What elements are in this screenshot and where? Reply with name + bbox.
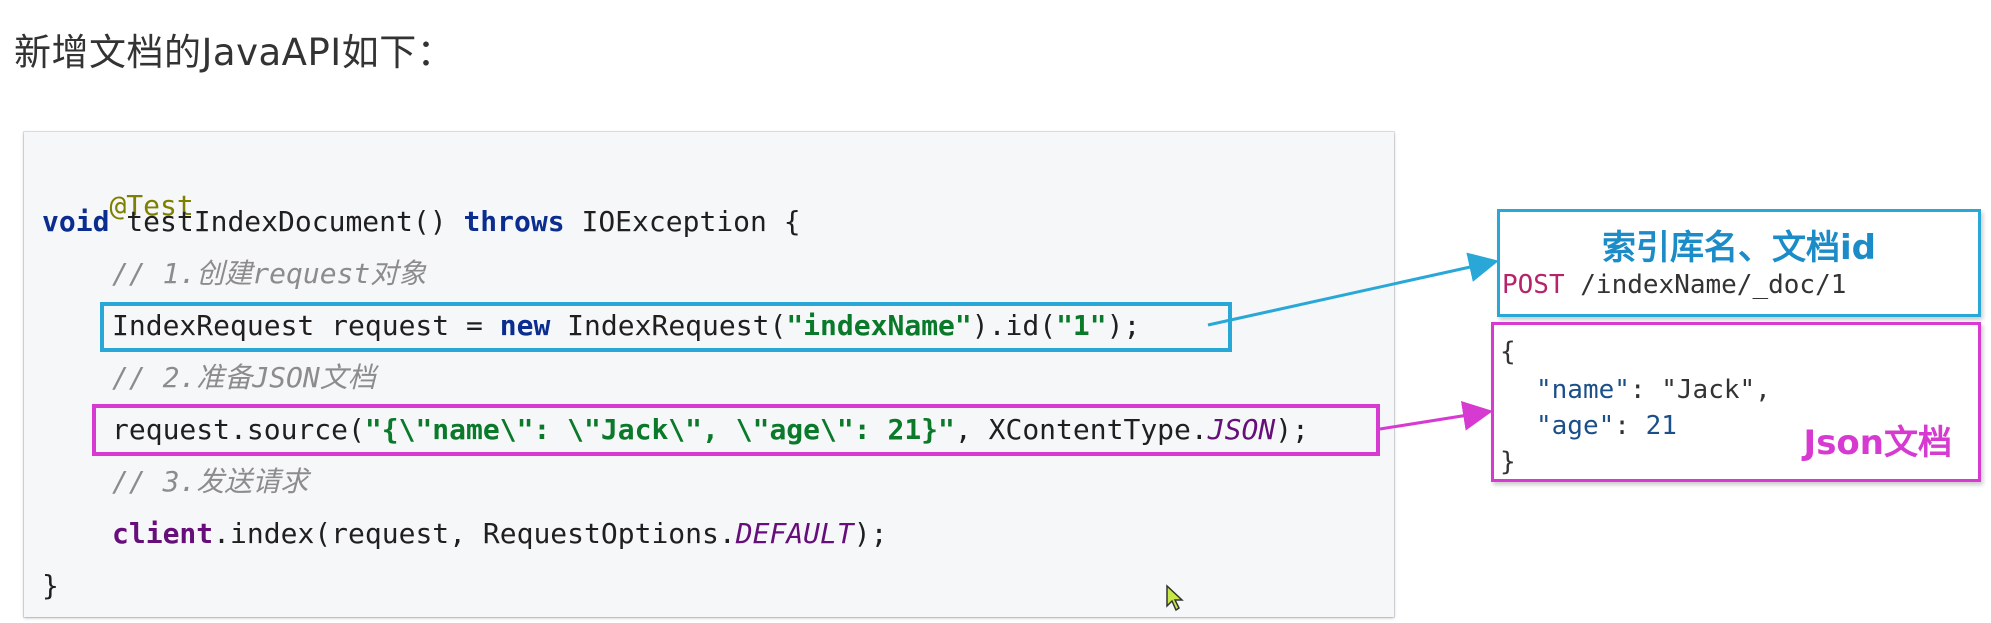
request-panel: 索引库名、文档id POST /indexName/_doc/1 [1497, 209, 1981, 317]
request-panel-title: 索引库名、文档id [1602, 228, 1876, 268]
json-open-brace: { [1500, 337, 1516, 367]
json-panel: { "name": "Jack", "age": 21 } Json文档 [1491, 322, 1981, 482]
json-value-name: "Jack", [1661, 375, 1771, 405]
mouse-cursor-icon [1166, 584, 1184, 612]
json-line-name: "name": "Jack", [1536, 375, 1771, 405]
arrow-to-request-panel [1207, 252, 1499, 327]
json-panel-label: Json文档 [1803, 423, 1952, 463]
arrow-to-json-panel [1379, 400, 1493, 431]
json-line-age: "age": 21 [1536, 411, 1677, 441]
json-separator: : [1614, 411, 1646, 441]
json-close-brace: } [1500, 447, 1516, 477]
request-line: POST /indexName/_doc/1 [1502, 270, 1846, 300]
json-key-name: "name" [1536, 375, 1630, 405]
json-value-age: 21 [1645, 411, 1677, 441]
http-method: POST [1502, 270, 1565, 300]
request-path: /indexName/_doc/1 [1564, 270, 1847, 300]
json-separator: : [1629, 375, 1662, 405]
json-key-age: "age" [1536, 411, 1615, 441]
